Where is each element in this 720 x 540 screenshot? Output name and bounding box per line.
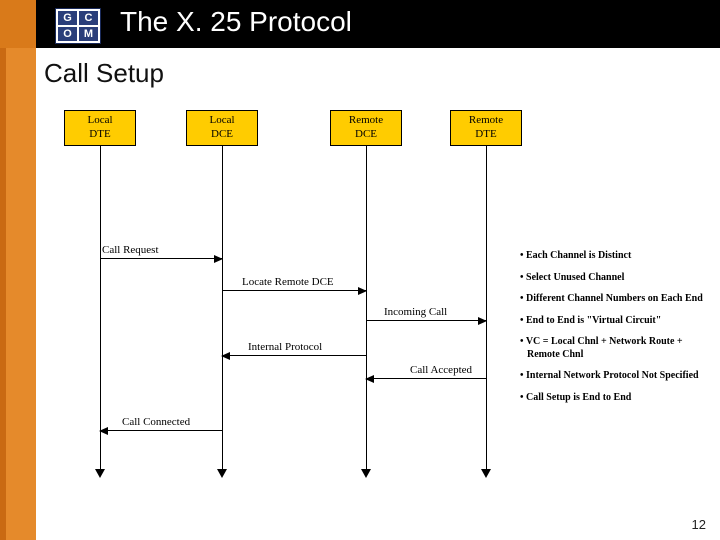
msg-label-call-accepted: Call Accepted: [410, 364, 472, 376]
lifeline-remote-dte: [486, 146, 487, 471]
arrow-right-icon: [214, 255, 223, 263]
lifeline-box-local-dce: Local DCE: [186, 110, 258, 146]
msg-internal-protocol: [222, 355, 366, 356]
note-item: • Each Channel is Distinct: [520, 250, 705, 263]
lifeline-label-line1: Remote: [451, 114, 521, 128]
lifeline-arrow-local-dce: [217, 469, 227, 478]
note-item: • Internal Network Protocol Not Specifie…: [520, 370, 705, 383]
lifeline-arrow-remote-dce: [361, 469, 371, 478]
side-accent-light: [6, 48, 36, 540]
lifeline-local-dte: [100, 146, 101, 471]
arrow-right-icon: [358, 287, 367, 295]
notes-list: • Each Channel is Distinct • Select Unus…: [520, 250, 705, 413]
msg-call-connected: [100, 430, 222, 431]
lifeline-remote-dce: [366, 146, 367, 471]
logo-cell-m: M: [79, 27, 98, 41]
arrow-left-icon: [99, 427, 108, 435]
logo-cell-c: C: [79, 11, 98, 25]
note-item: • VC = Local Chnl + Network Route + Remo…: [520, 336, 705, 361]
lifeline-local-dce: [222, 146, 223, 471]
note-item: • End to End is "Virtual Circuit": [520, 315, 705, 328]
lifeline-label-line2: DTE: [65, 128, 135, 142]
lifeline-arrow-remote-dte: [481, 469, 491, 478]
note-item: • Select Unused Channel: [520, 272, 705, 285]
logo-cell-g: G: [58, 11, 77, 25]
msg-incoming-call: [366, 320, 486, 321]
lifeline-label-line1: Local: [187, 114, 257, 128]
msg-label-internal-protocol: Internal Protocol: [248, 341, 322, 353]
msg-label-incoming-call: Incoming Call: [384, 306, 447, 318]
lifeline-arrow-local-dte: [95, 469, 105, 478]
msg-call-accepted: [366, 378, 486, 379]
gcom-logo: G C O M: [55, 8, 101, 44]
logo-cell-o: O: [58, 27, 77, 41]
slide-subtitle: Call Setup: [44, 58, 164, 89]
note-item: • Call Setup is End to End: [520, 392, 705, 405]
arrow-right-icon: [478, 317, 487, 325]
lifeline-label-line2: DTE: [451, 128, 521, 142]
lifeline-label-line2: DCE: [331, 128, 401, 142]
msg-label-locate-remote-dce: Locate Remote DCE: [242, 276, 334, 288]
msg-label-call-connected: Call Connected: [122, 416, 190, 428]
msg-label-call-request: Call Request: [102, 244, 159, 256]
lifeline-box-remote-dte: Remote DTE: [450, 110, 522, 146]
slide-title: The X. 25 Protocol: [120, 6, 352, 38]
page-number: 12: [692, 517, 706, 532]
msg-call-request: [100, 258, 222, 259]
title-bar: G C O M The X. 25 Protocol: [0, 0, 720, 48]
arrow-left-icon: [365, 375, 374, 383]
lifeline-label-line1: Local: [65, 114, 135, 128]
title-accent-stripe: [0, 0, 36, 48]
lifeline-label-line2: DCE: [187, 128, 257, 142]
lifeline-box-local-dte: Local DTE: [64, 110, 136, 146]
arrow-left-icon: [221, 352, 230, 360]
msg-locate-remote-dce: [222, 290, 366, 291]
lifeline-label-line1: Remote: [331, 114, 401, 128]
note-item: • Different Channel Numbers on Each End: [520, 293, 705, 306]
lifeline-box-remote-dce: Remote DCE: [330, 110, 402, 146]
